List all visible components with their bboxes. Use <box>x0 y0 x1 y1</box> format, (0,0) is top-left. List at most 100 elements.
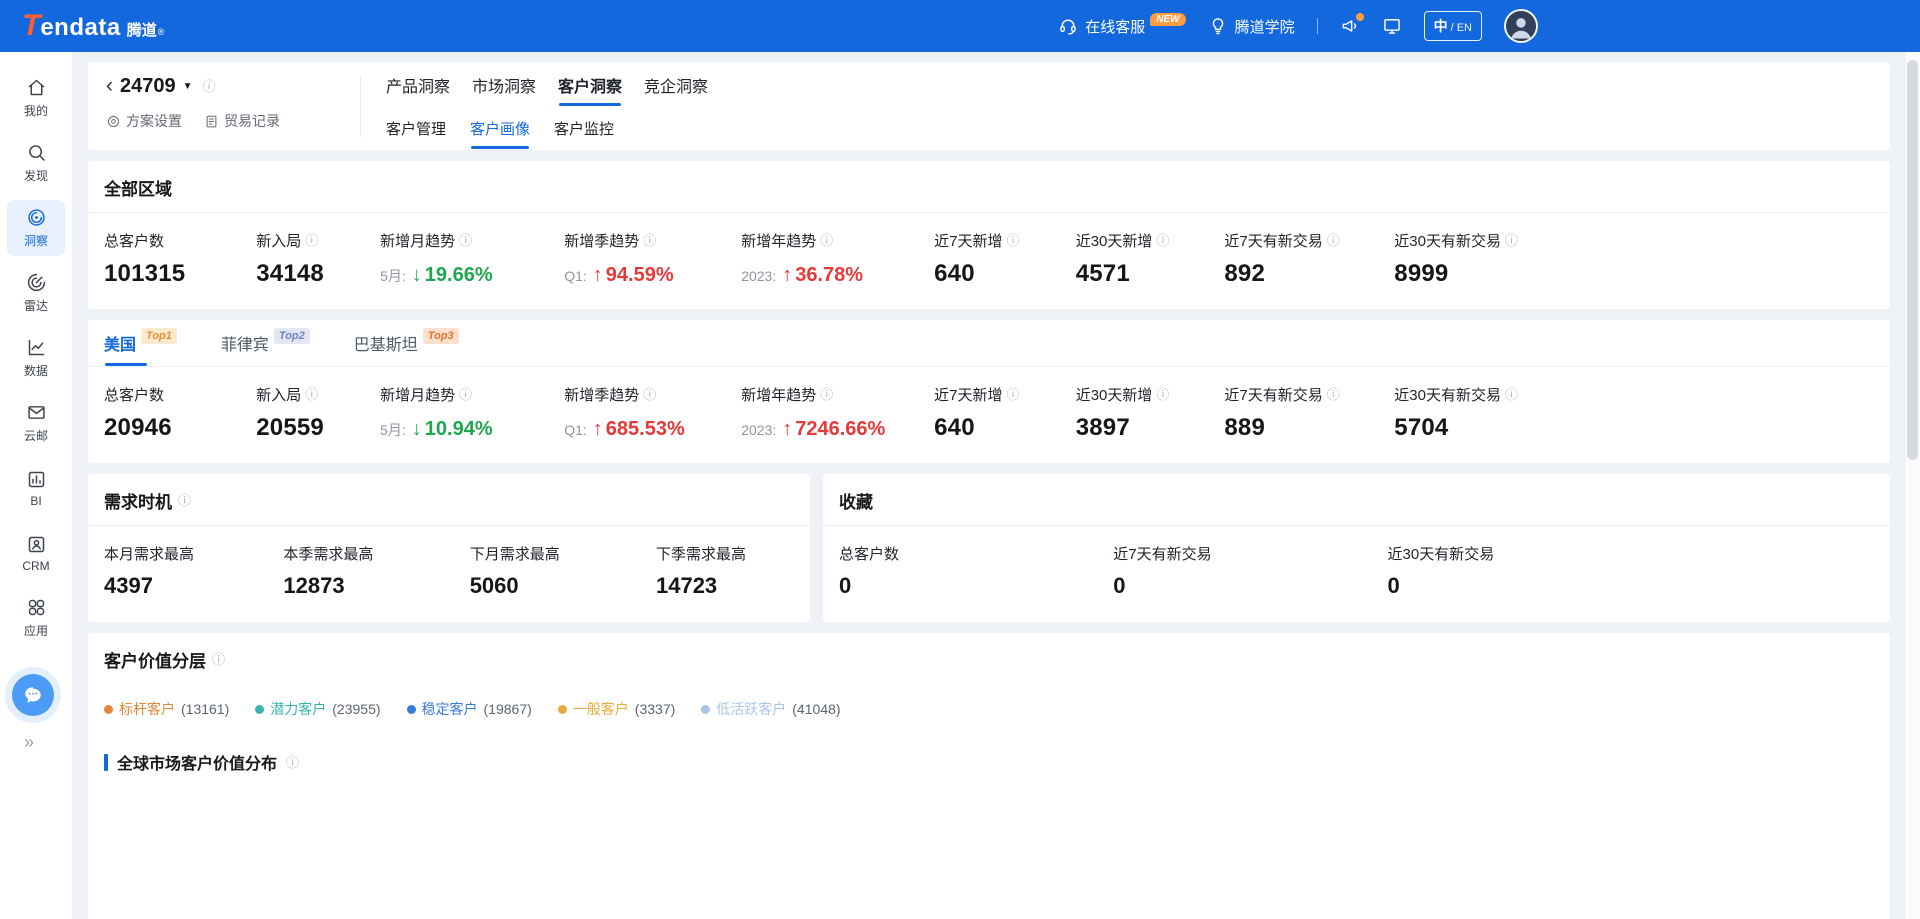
country-tab-pakistan[interactable]: 巴基斯坦 Top3 <box>354 320 459 366</box>
sidebar-item-radar[interactable]: 雷达 <box>7 265 65 321</box>
trend-value: ↑94.59% <box>593 264 674 287</box>
stat-month-peak: 本月需求最高 4397 <box>104 543 283 599</box>
info-icon[interactable]: ⓘ <box>1327 388 1340 401</box>
legend-dot <box>104 705 113 714</box>
scheme-block: ‹ 24709 ▼ ⓘ 方案设置 贸易记录 <box>106 62 360 150</box>
stat-value: 0 <box>839 573 1113 599</box>
sidebar-item-label: CRM <box>22 559 49 573</box>
info-icon[interactable]: ⓘ <box>1505 388 1518 401</box>
legend-label: 低活跃客户 <box>716 699 786 719</box>
tab-market-insight[interactable]: 市场洞察 <box>471 62 537 107</box>
info-icon[interactable]: ⓘ <box>820 388 833 401</box>
scrollbar-thumb[interactable] <box>1907 60 1918 460</box>
stat-value: 8999 <box>1394 260 1874 288</box>
trend-row: 2023: ↑36.78% <box>741 264 934 287</box>
apps-grid-icon <box>26 597 47 618</box>
trend-arrow-icon: ↓ <box>412 264 422 286</box>
stat-new-30d: 近30天新增ⓘ 4571 <box>1076 230 1225 288</box>
sidebar-expand-button[interactable]: » <box>0 732 72 753</box>
online-service-button[interactable]: 在线客服 NEW <box>1058 16 1185 37</box>
country-tab-philippines[interactable]: 菲律宾 Top2 <box>221 320 310 366</box>
country-tab-usa[interactable]: 美国 Top1 <box>104 320 177 366</box>
stat-total-customers: 总客户数 101315 <box>104 230 256 288</box>
legend-item-benchmark[interactable]: 标杆客户 (13161) <box>104 699 229 719</box>
favorites-stats: 总客户数 0 近7天有新交易 0 近30天有新交易 0 <box>823 526 1890 622</box>
info-icon[interactable]: ⓘ <box>1156 388 1169 401</box>
sidebar-item-bi[interactable]: BI <box>7 460 65 516</box>
scheme-info-icon[interactable]: ⓘ <box>203 80 216 93</box>
language-toggle[interactable]: 中 / EN <box>1424 11 1482 41</box>
trend-value: ↓10.94% <box>412 418 493 441</box>
info-icon[interactable]: ⓘ <box>305 234 318 247</box>
workbench-button[interactable] <box>1382 16 1402 36</box>
info-icon[interactable]: ⓘ <box>1006 388 1019 401</box>
trend-row: 5月: ↓19.66% <box>380 264 564 287</box>
info-icon[interactable]: ⓘ <box>643 234 656 247</box>
sidebar-item-discover[interactable]: 发现 <box>7 135 65 191</box>
subtab-customer-management[interactable]: 客户管理 <box>385 107 447 150</box>
headset-icon <box>1058 16 1078 36</box>
language-current: 中 <box>1434 16 1448 36</box>
info-icon[interactable]: ⓘ <box>1505 234 1518 247</box>
legend-item-stable[interactable]: 稳定客户 (19867) <box>407 699 532 719</box>
sidebar-item-cloudmail[interactable]: 云邮 <box>7 395 65 451</box>
tab-competitor-insight[interactable]: 竞企洞察 <box>643 62 709 107</box>
user-avatar[interactable] <box>1504 9 1538 43</box>
info-icon[interactable]: ⓘ <box>459 388 472 401</box>
tendata-logo[interactable]: T endata 腾道 ® <box>22 11 164 42</box>
chat-support-button[interactable] <box>12 674 54 716</box>
monitor-icon <box>1382 16 1402 36</box>
scheme-actions: 方案设置 贸易记录 <box>106 111 360 131</box>
all-region-title: 全部区域 <box>88 161 1890 213</box>
info-icon[interactable]: ⓘ <box>286 756 299 769</box>
info-icon[interactable]: ⓘ <box>1327 234 1340 247</box>
stat-label: 近30天有新交易ⓘ <box>1394 230 1874 251</box>
info-icon[interactable]: ⓘ <box>1156 234 1169 247</box>
legend-item-potential[interactable]: 潜力客户 (23955) <box>255 699 380 719</box>
subtab-customer-monitoring[interactable]: 客户监控 <box>553 107 615 150</box>
legend-label: 标杆客户 <box>119 699 175 719</box>
trade-records-link[interactable]: 贸易记录 <box>204 111 280 131</box>
info-icon[interactable]: ⓘ <box>820 234 833 247</box>
scheme-settings-link[interactable]: 方案设置 <box>106 111 182 131</box>
info-icon[interactable]: ⓘ <box>178 494 191 507</box>
sidebar-item-crm[interactable]: CRM <box>7 525 65 581</box>
trend-arrow-icon: ↑ <box>593 264 603 286</box>
stat-total-customers: 总客户数 20946 <box>104 384 256 442</box>
main-content: ‹ 24709 ▼ ⓘ 方案设置 贸易记录 产品洞察 市场洞察 <box>72 52 1904 919</box>
scheme-selector[interactable]: ‹ 24709 ▼ ⓘ <box>106 75 360 98</box>
stat-label: 新入局ⓘ <box>256 230 380 251</box>
sidebar-item-mine[interactable]: 我的 <box>7 70 65 126</box>
info-icon[interactable]: ⓘ <box>459 234 472 247</box>
info-icon[interactable]: ⓘ <box>305 388 318 401</box>
legend-item-ordinary[interactable]: 一般客户 (3337) <box>558 699 675 719</box>
stat-label: 近30天有新交易ⓘ <box>1394 384 1874 405</box>
legend-count: (3337) <box>635 701 675 717</box>
legend-label: 潜力客户 <box>270 699 326 719</box>
tab-product-insight[interactable]: 产品洞察 <box>385 62 451 107</box>
stat-label: 近7天新增ⓘ <box>934 230 1076 251</box>
legend-dot <box>255 705 264 714</box>
back-chevron-icon[interactable]: ‹ <box>106 75 113 96</box>
info-icon[interactable]: ⓘ <box>212 653 225 666</box>
country-tabs: 美国 Top1 菲律宾 Top2 巴基斯坦 Top3 <box>88 320 1890 367</box>
search-icon <box>26 142 47 163</box>
tab-customer-insight[interactable]: 客户洞察 <box>557 62 623 107</box>
trend-period: 2023: <box>741 422 776 438</box>
sidebar-item-apps[interactable]: 应用 <box>7 590 65 646</box>
sidebar-item-data[interactable]: 数据 <box>7 330 65 386</box>
vertical-scrollbar[interactable] <box>1904 52 1920 919</box>
subtab-customer-profile[interactable]: 客户画像 <box>469 107 531 150</box>
info-icon[interactable]: ⓘ <box>1006 234 1019 247</box>
legend-item-low-active[interactable]: 低活跃客户 (41048) <box>701 699 840 719</box>
academy-button[interactable]: 腾道学院 <box>1208 16 1295 37</box>
sidebar-item-insight[interactable]: 洞察 <box>7 200 65 256</box>
info-icon[interactable]: ⓘ <box>643 388 656 401</box>
feedback-button[interactable] <box>1340 16 1360 36</box>
academy-label: 腾道学院 <box>1235 16 1295 37</box>
page-header: ‹ 24709 ▼ ⓘ 方案设置 贸易记录 产品洞察 市场洞察 <box>88 62 1890 150</box>
trend-row: 2023: ↑7246.66% <box>741 418 934 441</box>
demand-timing-card: 需求时机 ⓘ 本月需求最高 4397 本季需求最高 12873 下月需求最高 5… <box>88 474 810 622</box>
sidebar-item-label: 发现 <box>24 167 48 184</box>
scheme-id: 24709 <box>120 75 176 98</box>
